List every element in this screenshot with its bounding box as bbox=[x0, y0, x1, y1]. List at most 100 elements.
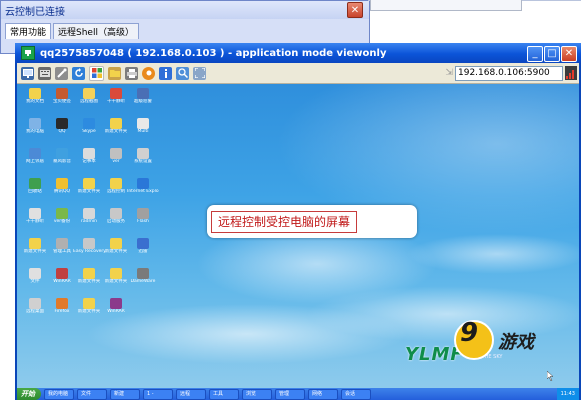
connection-tabs: 常用功能 远程Shell（高级） bbox=[1, 19, 369, 39]
desktop-icon-image bbox=[137, 88, 149, 99]
printer-icon[interactable] bbox=[125, 66, 138, 80]
desktop-icon-image bbox=[29, 268, 41, 279]
taskbar-item[interactable]: 网络 bbox=[308, 388, 338, 400]
vnc-app-icon bbox=[21, 46, 35, 60]
desktop-icon[interactable]: Flash bbox=[127, 208, 159, 224]
desktop-icon-image bbox=[83, 208, 95, 219]
folder-icon[interactable] bbox=[108, 66, 121, 80]
desktop-icon-label: 系统设置 bbox=[134, 159, 152, 164]
watermark-number: 9 bbox=[460, 318, 479, 348]
info-icon[interactable] bbox=[159, 66, 172, 80]
desktop-icon-image bbox=[137, 118, 149, 129]
desktop-icon-image bbox=[137, 238, 149, 249]
desktop-icon-image bbox=[56, 118, 68, 129]
taskbar-item[interactable]: 会话 bbox=[341, 388, 371, 400]
remote-taskbar: 开始 我的电脑 文件 新建 1 - 远程 工具 浏览 管理 网络 会话 11:4… bbox=[17, 388, 579, 400]
desktop-icon-image bbox=[29, 148, 41, 159]
desktop-icon[interactable]: DameWare bbox=[127, 268, 159, 284]
record-icon[interactable] bbox=[142, 66, 155, 80]
desktop-icon-image bbox=[110, 268, 122, 279]
desktop-icon-image bbox=[83, 238, 95, 249]
desktop-icon[interactable]: 超级巡警 bbox=[127, 88, 159, 104]
taskbar-item[interactable]: 新建 bbox=[110, 388, 140, 400]
taskbar-item[interactable]: 浏览 bbox=[242, 388, 272, 400]
refresh-icon[interactable] bbox=[72, 66, 85, 80]
desktop-icon-image bbox=[83, 298, 95, 309]
system-tray-clock[interactable]: 11:43 bbox=[556, 388, 579, 400]
taskbar-item[interactable]: 我的电脑 bbox=[44, 388, 74, 400]
desktop-icon-label: Flash bbox=[137, 219, 149, 224]
desktop-icon-image bbox=[83, 268, 95, 279]
monitor-icon[interactable] bbox=[21, 66, 34, 80]
desktop-icon-image bbox=[29, 178, 41, 189]
desktop-icon-image bbox=[56, 238, 68, 249]
desktop-icon-image bbox=[110, 88, 122, 99]
watermark-text: 游戏 bbox=[498, 332, 534, 353]
taskbar-item[interactable]: 工具 bbox=[209, 388, 239, 400]
desktop-icon-image bbox=[137, 268, 149, 279]
tab-remote-shell[interactable]: 远程Shell（高级） bbox=[53, 23, 139, 39]
close-icon[interactable]: ✕ bbox=[347, 2, 363, 18]
desktop-icon-image bbox=[29, 118, 41, 129]
site-watermark: 9 游戏 bbox=[452, 318, 562, 360]
desktop-icon[interactable]: WinRAR bbox=[100, 298, 132, 314]
desktop-icon[interactable]: Multi bbox=[127, 118, 159, 134]
desktop-icon-label: Internet Explorer bbox=[127, 189, 159, 194]
desktop-icon-image bbox=[56, 298, 68, 309]
desktop-icon-image bbox=[29, 88, 41, 99]
vnc-viewer-titlebar[interactable]: qq2575857048 ( 192.168.0.103 ) - applica… bbox=[15, 43, 581, 63]
desktop-icon-image bbox=[110, 148, 122, 159]
resize-grip-icon[interactable]: ⇲ bbox=[445, 68, 453, 78]
taskbar-item[interactable]: 远程 bbox=[176, 388, 206, 400]
taskbar-item[interactable]: 1 - bbox=[143, 388, 173, 400]
desktop-icon-image bbox=[110, 208, 122, 219]
background-panel bbox=[370, 0, 522, 11]
desktop-icon-label: DameWare bbox=[130, 279, 156, 284]
desktop-icon-image bbox=[56, 268, 68, 279]
desktop-icon[interactable]: 系统设置 bbox=[127, 148, 159, 164]
zoom-icon[interactable] bbox=[176, 66, 189, 80]
desktop-icon-image bbox=[83, 118, 95, 129]
desktop-icon-label: Multi bbox=[137, 129, 149, 134]
desktop-icon-image bbox=[137, 178, 149, 189]
connection-status-icon bbox=[565, 66, 577, 80]
desktop-icon-label: WinRAR bbox=[107, 309, 125, 314]
desktop-icon-image bbox=[137, 208, 149, 219]
desktop-icon-image bbox=[56, 208, 68, 219]
host-address-field[interactable]: 192.168.0.106:5900 bbox=[455, 66, 563, 81]
desktop-icon-label: 迅雷 bbox=[138, 249, 148, 254]
windows-logo-icon[interactable] bbox=[89, 65, 104, 81]
connection-window-titlebar[interactable]: 云控制已连接 ✕ bbox=[1, 1, 369, 19]
desktop-icon-image bbox=[83, 88, 95, 99]
desktop-icon-image bbox=[29, 238, 41, 249]
start-button[interactable]: 开始 bbox=[17, 388, 41, 400]
tab-common-functions[interactable]: 常用功能 bbox=[5, 23, 52, 39]
taskbar-item[interactable]: 管理 bbox=[275, 388, 305, 400]
desktop-icon[interactable]: Internet Explorer bbox=[127, 178, 159, 194]
desktop-icon[interactable]: 迅雷 bbox=[127, 238, 159, 254]
close-button[interactable]: ✕ bbox=[561, 46, 577, 62]
desktop-icon-image bbox=[83, 178, 95, 189]
fullscreen-icon[interactable] bbox=[193, 66, 206, 80]
desktop-icon-image bbox=[29, 208, 41, 219]
desktop-icon-image bbox=[110, 118, 122, 129]
keyboard-icon[interactable] bbox=[38, 66, 51, 80]
desktop-icon-label: 超级巡警 bbox=[134, 99, 152, 104]
desktop-icon-image bbox=[56, 178, 68, 189]
desktop-icon-image bbox=[110, 178, 122, 189]
maximize-button[interactable]: □ bbox=[544, 46, 560, 62]
desktop-icon-image bbox=[110, 298, 122, 309]
taskbar-item[interactable]: 文件 bbox=[77, 388, 107, 400]
desktop-icon-image bbox=[110, 238, 122, 249]
vnc-viewer-title: qq2575857048 ( 192.168.0.103 ) - applica… bbox=[40, 47, 387, 59]
minimize-button[interactable]: _ bbox=[527, 46, 543, 62]
tools-icon[interactable] bbox=[55, 66, 68, 80]
desktop-icon-image bbox=[83, 148, 95, 159]
mouse-cursor-icon bbox=[546, 370, 554, 384]
desktop-icon-image bbox=[56, 88, 68, 99]
desktop-icon-image bbox=[56, 148, 68, 159]
annotation-callout: 远程控制受控电脑的屏幕 bbox=[207, 205, 417, 238]
annotation-text: 远程控制受控电脑的屏幕 bbox=[211, 210, 358, 233]
desktop-icon-image bbox=[137, 148, 149, 159]
desktop-icon-image bbox=[29, 298, 41, 309]
